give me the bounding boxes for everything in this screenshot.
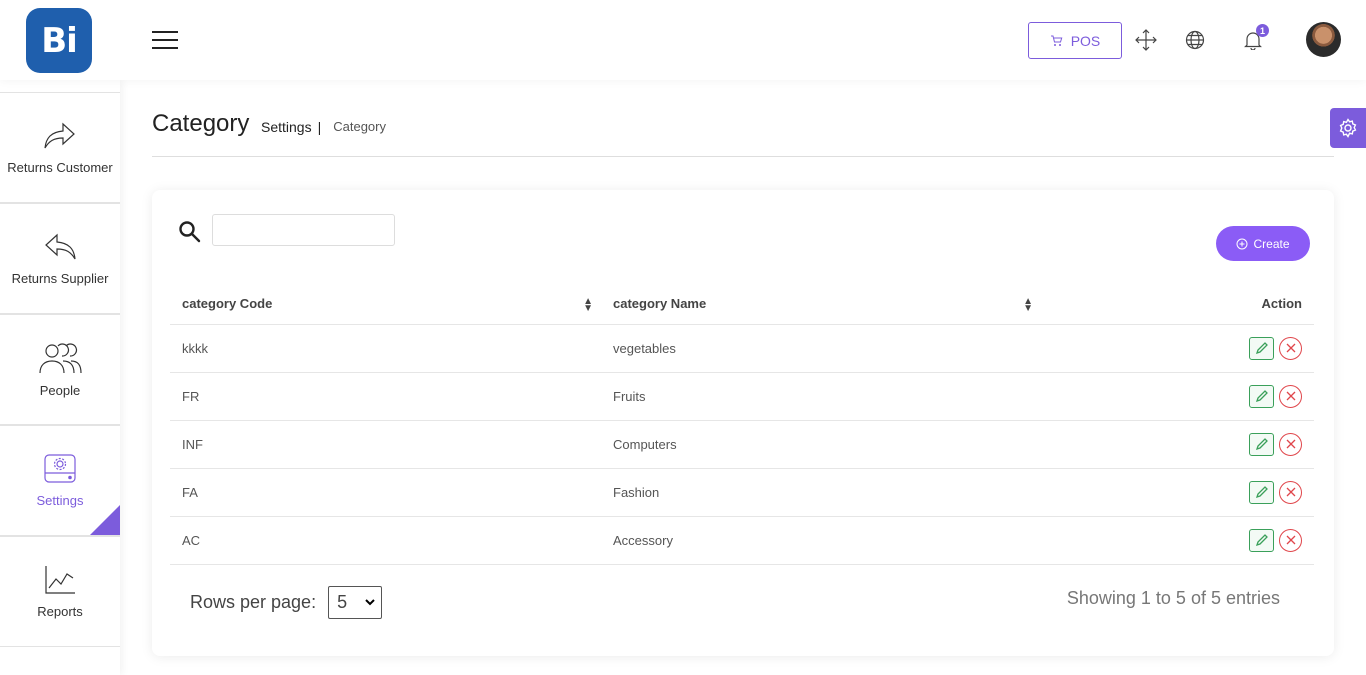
category-name-cell: Fashion xyxy=(601,468,1041,517)
close-icon xyxy=(1286,343,1295,353)
sidebar-item-label: Returns Customer xyxy=(7,160,113,175)
sort-icon[interactable]: ▲ ▼ xyxy=(1023,296,1033,313)
top-header: Bi POS 1 xyxy=(0,0,1366,80)
search-icon xyxy=(178,220,202,249)
rows-per-page-value: 5 xyxy=(337,592,348,612)
sidebar-item-reports[interactable]: Reports xyxy=(0,536,120,647)
edit-button[interactable] xyxy=(1249,528,1274,552)
sidebar-item-returns-supplier[interactable]: Returns Supplier xyxy=(0,203,120,314)
category-name-cell: Computers xyxy=(601,420,1041,469)
delete-button[interactable] xyxy=(1279,336,1302,360)
pagination-info: Showing 1 to 5 of 5 entries xyxy=(1066,588,1280,608)
edit-button[interactable] xyxy=(1249,480,1274,504)
table-header-row: category Code ▲ ▼ category Name ▲ ▼ Action xyxy=(170,284,1314,325)
breadcrumb-parent[interactable]: Settings xyxy=(261,119,312,135)
category-table: category Code ▲ ▼ category Name ▲ ▼ Action… xyxy=(170,284,1314,565)
breadcrumb-separator: | xyxy=(317,119,322,135)
rows-per-page: Rows per page: 5 xyxy=(190,586,383,619)
plus-circle-icon xyxy=(1236,238,1248,249)
sort-icon[interactable]: ▲ ▼ xyxy=(583,296,593,313)
reply-icon xyxy=(45,233,76,260)
table-row: FR Fruits xyxy=(170,372,1314,421)
sidebar-item-label: Reports xyxy=(37,604,83,619)
delete-button[interactable] xyxy=(1279,528,1302,552)
table-row: INF Computers xyxy=(170,420,1314,469)
rows-per-page-select[interactable]: 5 xyxy=(328,586,383,619)
column-header-code[interactable]: category Code ▲ ▼ xyxy=(170,284,601,325)
category-code-cell: kkkk xyxy=(170,324,601,373)
sidebar-item-label: Returns Supplier xyxy=(11,271,109,286)
heading-divider xyxy=(152,156,1334,157)
category-code-cell: INF xyxy=(170,420,601,469)
category-name-cell: Fruits xyxy=(601,372,1041,421)
category-code-cell: FA xyxy=(170,468,601,517)
column-header-name[interactable]: category Name ▲ ▼ xyxy=(601,284,1041,325)
search-input[interactable] xyxy=(212,214,395,246)
globe-icon[interactable] xyxy=(1184,29,1206,51)
notification-badge: 1 xyxy=(1256,24,1269,37)
close-icon xyxy=(1286,535,1295,545)
sidebar-item-label: Settings xyxy=(36,493,84,508)
category-code-cell: FR xyxy=(170,372,601,421)
pos-label: POS xyxy=(1070,32,1101,49)
create-button[interactable]: Create xyxy=(1216,226,1310,261)
close-icon xyxy=(1286,439,1295,449)
line-chart-icon xyxy=(45,566,75,594)
chevron-down-icon xyxy=(365,599,375,606)
pencil-icon xyxy=(1255,534,1268,547)
settings-drive-icon xyxy=(44,454,76,483)
pos-button[interactable]: POS xyxy=(1028,22,1122,59)
page-title: Category xyxy=(152,110,250,137)
close-icon xyxy=(1286,487,1295,497)
table-row: AC Accessory xyxy=(170,516,1314,565)
category-name-cell: vegetables xyxy=(601,324,1041,373)
table-row: kkkk vegetables xyxy=(170,324,1314,373)
people-icon xyxy=(39,343,82,374)
category-code-cell: AC xyxy=(170,516,601,565)
edit-button[interactable] xyxy=(1249,384,1274,408)
sidebar: Returns Customer Returns Supplier People… xyxy=(0,80,120,675)
app-logo[interactable]: Bi xyxy=(26,8,92,73)
category-name-cell: Accessory xyxy=(601,516,1041,565)
category-card: Create category Code ▲ ▼ category Name ▲ ▼… xyxy=(152,190,1334,656)
customizer-gear-button[interactable] xyxy=(1330,108,1366,148)
delete-button[interactable] xyxy=(1279,432,1302,456)
active-indicator xyxy=(90,505,120,535)
column-header-action: Action xyxy=(1041,284,1314,325)
edit-button[interactable] xyxy=(1249,432,1274,456)
pencil-icon xyxy=(1255,390,1268,403)
sidebar-item-people[interactable]: People xyxy=(0,314,120,425)
delete-button[interactable] xyxy=(1279,384,1302,408)
delete-button[interactable] xyxy=(1279,480,1302,504)
pencil-icon xyxy=(1255,342,1268,355)
breadcrumb: Settings | Category xyxy=(261,119,386,135)
fullscreen-icon[interactable] xyxy=(1135,29,1157,51)
edit-button[interactable] xyxy=(1249,336,1274,360)
sidebar-item-settings[interactable]: Settings xyxy=(0,425,120,536)
share-forward-icon xyxy=(44,122,75,149)
menu-toggle-button[interactable] xyxy=(152,31,178,49)
sidebar-item-label: People xyxy=(39,383,81,398)
cart-icon xyxy=(1050,35,1063,46)
rows-per-page-label: Rows per page: xyxy=(190,592,317,612)
pencil-icon xyxy=(1255,486,1268,499)
breadcrumb-current: Category xyxy=(333,119,386,134)
user-avatar[interactable] xyxy=(1306,22,1341,57)
sidebar-item-returns-customer[interactable]: Returns Customer xyxy=(0,92,120,203)
close-icon xyxy=(1286,391,1295,401)
pencil-icon xyxy=(1255,438,1268,451)
gear-icon xyxy=(1339,118,1357,138)
table-row: FA Fashion xyxy=(170,468,1314,517)
create-label: Create xyxy=(1253,236,1290,251)
